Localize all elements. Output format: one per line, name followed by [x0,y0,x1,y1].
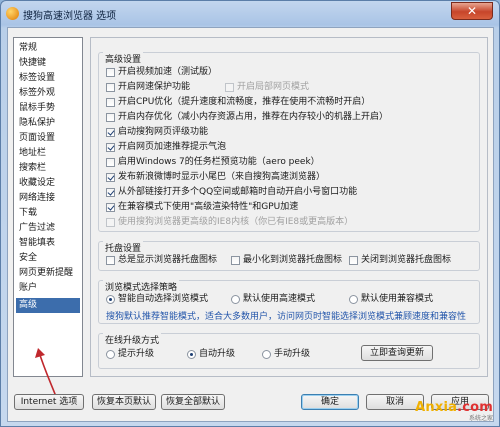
category-list[interactable]: 常规 快捷键 标签设置 标签外观 鼠标手势 隐私保护 页面设置 地址栏 搜索栏 … [13,37,83,377]
checkbox-checked[interactable] [106,187,115,197]
group-title-tray: 托盘设置 [103,241,144,254]
option-qq-multi-account[interactable]: 从外部链接打开多个QQ空间或邮箱时自动开启小号窗口功能 [106,186,357,198]
checkbox[interactable] [106,112,115,122]
radio-manual-upgrade[interactable]: 手动升级 [262,348,310,360]
group-title-advanced: 高级设置 [103,52,144,65]
internet-options-button[interactable]: Internet 选项 [14,394,84,410]
radio-prompt-upgrade[interactable]: 提示升级 [106,348,154,360]
sidebar-item-network[interactable]: 网络连接 [16,191,80,206]
radio-checked[interactable] [187,349,196,359]
radio-speed-mode[interactable]: 默认使用高速模式 [231,293,315,305]
sidebar-item-address-bar[interactable]: 地址栏 [16,146,80,161]
checkbox-disabled [106,217,115,227]
option-video-acceleration[interactable]: 开启视频加速（测试版） [106,66,217,78]
checkbox[interactable] [349,255,358,265]
apply-button[interactable]: 应用 [431,394,489,410]
group-title-upgrade: 在线升级方式 [103,333,162,346]
sidebar-item-security[interactable]: 安全 [16,251,80,266]
option-weibo-tail[interactable]: 发布新浪微博时显示小尾巴（来自搜狗高速浏览器） [106,171,325,183]
tray-settings-group: 托盘设置 总是显示浏览器托盘图标 最小化到浏览器托盘图标 关闭到浏览器托盘图标 [98,241,480,271]
checkbox-checked[interactable] [106,172,115,182]
radio-smart-mode[interactable]: 智能自动选择浏览模式 [106,293,208,305]
window-title: 搜狗高速浏览器 选项 [23,11,117,22]
sidebar-item-favorites[interactable]: 收藏设定 [16,176,80,191]
sidebar-item-tab-appearance[interactable]: 标签外观 [16,86,80,101]
checkbox[interactable] [231,255,240,265]
sidebar-item-mouse-gestures[interactable]: 鼠标手势 [16,101,80,116]
option-network-protection[interactable]: 开启网速保护功能 [106,81,190,93]
checkbox[interactable] [106,67,115,77]
restore-page-default-button[interactable]: 恢复本页默认 [92,394,156,410]
option-partial-page-mode: 开启局部网页模式 [225,81,309,93]
options-window: 搜狗高速浏览器 选项 ✕ 常规 快捷键 标签设置 标签外观 鼠标手势 隐私保护 … [0,0,500,427]
title-bar[interactable]: 搜狗高速浏览器 选项 ✕ [1,1,499,26]
checkbox-checked[interactable] [106,127,115,137]
option-tray-always[interactable]: 总是显示浏览器托盘图标 [106,254,217,266]
ok-button[interactable]: 确定 [301,394,359,410]
radio[interactable] [106,349,115,359]
radio-auto-upgrade[interactable]: 自动升级 [187,348,235,360]
advanced-settings-panel: 高级设置 开启视频加速（测试版） 开启网速保护功能 开启局部网页模式 开启CPU… [90,37,488,377]
radio-checked[interactable] [106,294,115,304]
checkbox[interactable] [106,82,115,92]
advanced-settings-group: 高级设置 开启视频加速（测试版） 开启网速保护功能 开启局部网页模式 开启CPU… [98,52,480,232]
checkbox-disabled [225,82,234,92]
browse-mode-group: 浏览模式选择策略 智能自动选择浏览模式 默认使用高速模式 默认使用兼容模式 搜狗… [98,280,480,324]
cancel-button[interactable]: 取消 [366,394,424,410]
option-memory-optimization[interactable]: 开启内存优化（减小内存资源占用，推荐在内存较小的机器上开启） [106,111,388,123]
checkbox-checked[interactable] [106,142,115,152]
option-win7-aero-peek[interactable]: 启用Windows 7的任务栏预览功能（aero peek） [106,156,320,168]
checkbox[interactable] [106,255,115,265]
sidebar-item-page-settings[interactable]: 页面设置 [16,131,80,146]
option-gpu-acceleration[interactable]: 在兼容模式下使用"高级渲染特性"和GPU加速 [106,201,298,213]
checkbox-checked[interactable] [106,202,115,212]
mode-hint-text: 搜狗默认推荐智能模式，适合大多数用户，访问网页时智能选择浏览模式兼顾速度和兼容性 [106,312,467,322]
radio[interactable] [262,349,271,359]
radio[interactable] [349,294,358,304]
dialog-client: 常规 快捷键 标签设置 标签外观 鼠标手势 隐私保护 页面设置 地址栏 搜索栏 … [7,27,494,422]
group-title-mode: 浏览模式选择策略 [103,280,180,293]
upgrade-group: 在线升级方式 提示升级 自动升级 手动升级 立即查询更新 [98,333,480,369]
sidebar-item-search-bar[interactable]: 搜索栏 [16,161,80,176]
radio[interactable] [231,294,240,304]
option-cpu-optimization[interactable]: 开启CPU优化（提升速度和流畅度，推荐在使用不流畅时开启） [106,96,370,108]
option-tray-minimize[interactable]: 最小化到浏览器托盘图标 [231,254,342,266]
sidebar-item-download[interactable]: 下载 [16,206,80,221]
option-acceleration-tip[interactable]: 开启网页加速推荐提示气泡 [106,141,226,153]
sidebar-item-autofill[interactable]: 智能填表 [16,236,80,251]
option-tray-close[interactable]: 关闭到浏览器托盘图标 [349,254,451,266]
sidebar-item-account[interactable]: 账户 [16,281,80,296]
sidebar-item-ad-filter[interactable]: 广告过滤 [16,221,80,236]
sidebar-item-advanced[interactable]: 高级 [16,298,80,313]
sidebar-item-shortcuts[interactable]: 快捷键 [16,56,80,71]
option-page-rating[interactable]: 启动搜狗网页评级功能 [106,126,208,138]
sidebar-item-tab-settings[interactable]: 标签设置 [16,71,80,86]
restore-all-default-button[interactable]: 恢复全部默认 [161,394,225,410]
close-button[interactable]: ✕ [451,2,493,20]
radio-compat-mode[interactable]: 默认使用兼容模式 [349,293,433,305]
sogou-browser-icon [6,7,19,20]
sidebar-item-general[interactable]: 常规 [16,41,80,56]
sidebar-item-page-update[interactable]: 网页更新提醒 [16,266,80,281]
sidebar-item-privacy[interactable]: 隐私保护 [16,116,80,131]
checkbox[interactable] [106,97,115,107]
check-update-button[interactable]: 立即查询更新 [361,345,433,361]
option-ie8-kernel: 使用搜狗浏览器更高级的IE8内核（你已有IE8或更高版本） [106,216,353,228]
checkbox[interactable] [106,157,115,167]
